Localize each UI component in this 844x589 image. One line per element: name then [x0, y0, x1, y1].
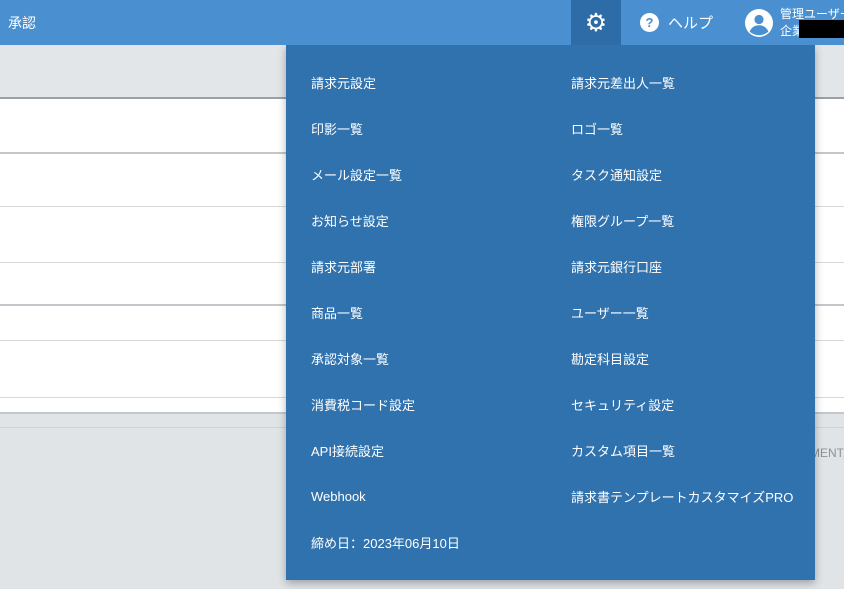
menu-item-account-title-settings[interactable]: 勘定科目設定 — [571, 335, 821, 381]
menu-item-logo-list[interactable]: ロゴ一覧 — [571, 105, 821, 151]
help-icon: ? — [640, 13, 659, 32]
menu-item-permission-group-list[interactable]: 権限グループ一覧 — [571, 197, 821, 243]
menu-item-security-settings[interactable]: セキュリティ設定 — [571, 381, 821, 427]
menu-item-notice-settings[interactable]: お知らせ設定 — [311, 197, 561, 243]
menu-item-user-list[interactable]: ユーザー一覧 — [571, 289, 821, 335]
menu-item-approval-target-list[interactable]: 承認対象一覧 — [311, 335, 561, 381]
menu-column-left: 請求元設定 印影一覧 メール設定一覧 お知らせ設定 請求元部署 商品一覧 承認対… — [311, 59, 561, 565]
help-label: ヘルプ — [668, 15, 714, 32]
menu-item-invoice-sender-settings[interactable]: 請求元設定 — [311, 59, 561, 105]
gear-icon: ⚙ — [584, 8, 608, 37]
menu-item-product-list[interactable]: 商品一覧 — [311, 289, 561, 335]
menu-item-invoice-template-customize-pro[interactable]: 請求書テンプレートカスタマイズPRO — [571, 473, 821, 519]
menu-item-mail-settings-list[interactable]: メール設定一覧 — [311, 151, 561, 197]
menu-column-right: 請求元差出人一覧 ロゴ一覧 タスク通知設定 権限グループ一覧 請求元銀行口座 ユ… — [571, 59, 821, 519]
menu-item-webhook[interactable]: Webhook — [311, 473, 561, 519]
menu-item-sender-departments[interactable]: 請求元部署 — [311, 243, 561, 289]
redacted-company-id — [799, 20, 844, 38]
menu-item-custom-field-list[interactable]: カスタム項目一覧 — [571, 427, 821, 473]
menu-item-invoice-sender-list[interactable]: 請求元差出人一覧 — [571, 59, 821, 105]
menu-item-sender-bank-accounts[interactable]: 請求元銀行口座 — [571, 243, 821, 289]
page-title: 承認 — [8, 14, 36, 31]
help-button[interactable]: ? ヘルプ — [640, 0, 713, 45]
settings-gear-button[interactable]: ⚙ — [571, 0, 621, 45]
user-avatar-icon — [744, 8, 774, 38]
closing-date-info: 締め日：2023年06月10日 — [311, 535, 460, 551]
menu-item-api-connection-settings[interactable]: API接続設定 — [311, 427, 561, 473]
app-screen: MENT, 承認 ⚙ ? ヘルプ 管理ユーザー 企業ID： — [0, 0, 844, 589]
menu-item-tax-code-settings[interactable]: 消費税コード設定 — [311, 381, 561, 427]
top-navigation-bar: 承認 ⚙ ? ヘルプ 管理ユーザー 企業ID： — [0, 0, 844, 45]
settings-dropdown-menu: 請求元設定 印影一覧 メール設定一覧 お知らせ設定 請求元部署 商品一覧 承認対… — [286, 45, 815, 580]
menu-item-seal-list[interactable]: 印影一覧 — [311, 105, 561, 151]
menu-item-task-notification-settings[interactable]: タスク通知設定 — [571, 151, 821, 197]
